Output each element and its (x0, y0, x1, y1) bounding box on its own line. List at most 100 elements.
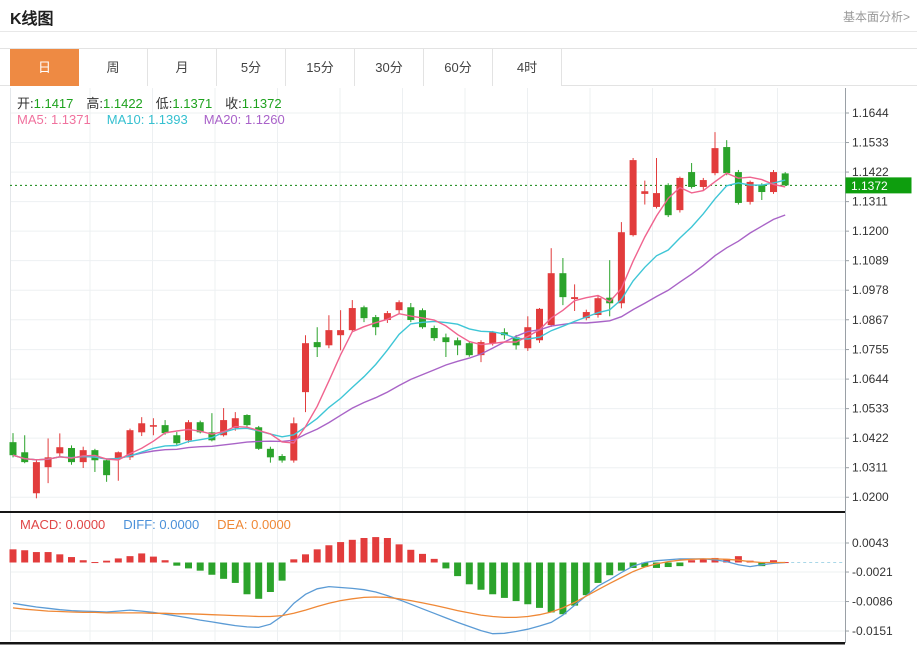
macd-bar (173, 563, 180, 566)
candle-body[interactable] (782, 173, 789, 185)
macd-bar (548, 563, 555, 613)
macd-bar (583, 563, 590, 596)
diff-line (13, 559, 785, 634)
candle-body[interactable] (396, 302, 403, 310)
candle-body[interactable] (21, 452, 28, 462)
candle-body[interactable] (138, 423, 145, 432)
axis-tick-label: 1.0533 (852, 402, 889, 416)
candle-body[interactable] (10, 442, 17, 455)
macd-bar (208, 563, 215, 575)
candle-body[interactable] (267, 449, 274, 458)
macd-bar (466, 563, 473, 585)
high-value: 1.1422 (103, 96, 143, 111)
close-label: 收: (225, 96, 242, 111)
macd-bar (21, 550, 28, 562)
axis-tick-label: 0.0043 (852, 536, 889, 550)
candle-body[interactable] (173, 435, 180, 443)
macd-bar (302, 554, 309, 562)
candle-body[interactable] (442, 337, 449, 342)
macd-bar (314, 549, 321, 562)
candle-body[interactable] (641, 191, 648, 194)
macd-bar (150, 557, 157, 563)
macd-bar (115, 558, 122, 562)
axis-tick-label: 1.1089 (852, 254, 889, 268)
candle-body[interactable] (758, 185, 765, 192)
candle-body[interactable] (56, 447, 63, 453)
macd-bar (337, 542, 344, 562)
open-label: 开: (17, 96, 34, 111)
tab-30分[interactable]: 30分 (355, 49, 424, 86)
ma20-value: MA20: 1.1260 (204, 112, 285, 127)
macd-bar (595, 563, 602, 583)
macd-bar (138, 553, 145, 562)
diff-value: DIFF: 0.0000 (123, 517, 199, 532)
macd-bar (676, 563, 683, 567)
candle-body[interactable] (466, 343, 473, 355)
macd-bar (244, 563, 251, 595)
macd-bar (384, 538, 391, 563)
macd-bar (80, 560, 87, 562)
candle-body[interactable] (653, 193, 660, 207)
candle-body[interactable] (712, 148, 719, 173)
tab-60分[interactable]: 60分 (424, 49, 493, 86)
candle-body[interactable] (559, 273, 566, 297)
candle-body[interactable] (571, 297, 578, 299)
candle-body[interactable] (314, 342, 321, 347)
candle-body[interactable] (700, 180, 707, 187)
candle-body[interactable] (150, 425, 157, 427)
candle-body[interactable] (489, 332, 496, 343)
candle-body[interactable] (665, 185, 672, 215)
tab-4时[interactable]: 4时 (493, 49, 562, 86)
candle-body[interactable] (103, 460, 110, 475)
candle-body[interactable] (279, 456, 286, 461)
macd-bar (489, 563, 496, 595)
macd-bar (372, 537, 379, 562)
candle-body[interactable] (618, 232, 625, 303)
axis-tick-label: 1.0422 (852, 431, 889, 445)
macd-bar (665, 563, 672, 568)
low-value: 1.1371 (172, 96, 212, 111)
candle-body[interactable] (185, 422, 192, 440)
macd-bar (10, 549, 17, 562)
interval-tabs: 日周月5分15分30分60分4时 (0, 48, 917, 86)
candle-body[interactable] (630, 160, 637, 235)
bottom-border (0, 642, 845, 645)
macd-bar (103, 561, 110, 563)
dea-line (13, 559, 785, 618)
macd-readout: MACD: 0.0000DIFF: 0.0000DEA: 0.0000 (20, 517, 291, 532)
candle-body[interactable] (337, 330, 344, 335)
candle-body[interactable] (676, 178, 683, 210)
macd-bar (454, 563, 461, 577)
low-label: 低: (156, 96, 173, 111)
macd-bar (396, 544, 403, 562)
axis-tick-label: 1.1533 (852, 136, 889, 150)
candle-body[interactable] (68, 448, 75, 462)
fundamental-analysis-link[interactable]: 基本面分析> (843, 8, 910, 25)
tab-15分[interactable]: 15分 (286, 49, 355, 86)
candle-body[interactable] (361, 307, 368, 318)
candle-body[interactable] (431, 328, 438, 338)
axis-tick-label: 1.1200 (852, 224, 889, 238)
tab-月[interactable]: 月 (148, 49, 217, 86)
macd-bar (255, 563, 262, 599)
candle-body[interactable] (302, 343, 309, 392)
tab-日[interactable]: 日 (10, 49, 79, 86)
candle-body[interactable] (325, 330, 332, 345)
candle-body[interactable] (349, 308, 356, 330)
header-divider (0, 31, 917, 32)
macd-bar (56, 554, 63, 562)
tab-周[interactable]: 周 (79, 49, 148, 86)
candle-body[interactable] (244, 415, 251, 425)
candle-body[interactable] (407, 307, 414, 320)
macd-bar (431, 559, 438, 563)
current-price-value: 1.1372 (851, 179, 888, 193)
macd-bar (279, 563, 286, 581)
candle-body[interactable] (33, 462, 40, 493)
macd-bar (68, 557, 75, 562)
macd-bar (162, 560, 169, 562)
candle-body[interactable] (723, 147, 730, 173)
tab-5分[interactable]: 5分 (217, 49, 286, 86)
candle-body[interactable] (454, 340, 461, 345)
close-value: 1.1372 (242, 96, 282, 111)
candle-body[interactable] (688, 172, 695, 187)
